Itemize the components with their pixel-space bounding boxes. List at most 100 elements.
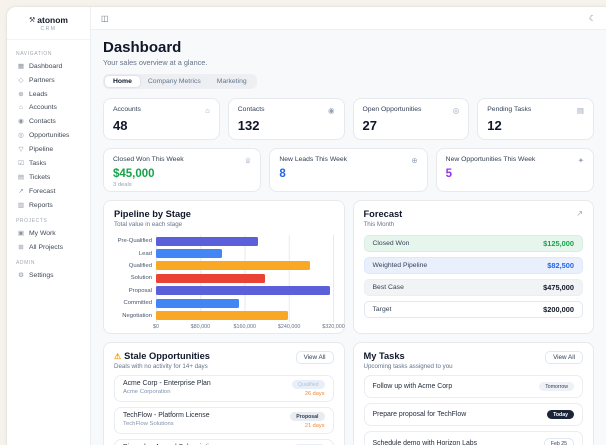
theme-toggle-icon[interactable]: ☾ [589, 14, 596, 23]
chart-bar-lead[interactable] [156, 249, 223, 259]
chart-bar-row: Qualified [114, 259, 334, 273]
tab-marketing[interactable]: Marketing [209, 76, 255, 87]
sidebar-item-label: Leads [29, 90, 48, 98]
sidebar-item-contacts[interactable]: ◉ Contacts [14, 115, 83, 127]
chart-bar-pre-qualified[interactable] [156, 236, 259, 246]
highlight-card-new-leads-this-week: New Leads This Week ⊕ 8 [269, 148, 428, 192]
pipeline-chart-title: Pipeline by Stage [114, 209, 191, 219]
chart-category-label: Lead [138, 250, 152, 257]
sidebar-item-opportunities[interactable]: ◎ Opportunities [14, 129, 83, 141]
tab-company-metrics[interactable]: Company Metrics [140, 76, 209, 87]
tab-bar: Home Company Metrics Marketing [103, 74, 257, 89]
chart-bar-committed[interactable] [156, 298, 239, 308]
sidebar-toggle-icon[interactable]: ◫ [101, 14, 109, 23]
stale-item-techflow-platform-license[interactable]: TechFlow - Platform License TechFlow Solu… [114, 407, 334, 434]
highlight-value: 8 [279, 168, 286, 180]
stage-badge: Proposal [290, 412, 325, 421]
sparkles-icon: ✦ [577, 156, 584, 165]
due-badge: Today [547, 410, 574, 419]
pipeline-chart-card: Pipeline by Stage Total value in each st… [103, 200, 345, 334]
sidebar-item-pipeline[interactable]: ▽ Pipeline [14, 143, 83, 155]
sidebar-item-label: Settings [29, 271, 54, 279]
chart-bar-negotiation[interactable] [156, 311, 289, 321]
forecast-row-closed-won: Closed Won $125,000 [363, 235, 583, 252]
users-icon: ◉ [327, 106, 335, 115]
sidebar-item-settings[interactable]: ⚙ Settings [14, 269, 83, 281]
tickets-icon: ▤ [17, 174, 25, 181]
chart-category-label: Committed [123, 300, 152, 307]
partners-icon: ◇ [18, 77, 24, 84]
trophy-icon: ♕ [244, 156, 252, 165]
accounts-icon: ⌂ [19, 104, 23, 111]
logo-icon: ⚒ [29, 17, 36, 24]
highlight-card-new-opportunities-this-week: New Opportunities This Week ✦ 5 [435, 148, 594, 192]
sidebar-item-leads[interactable]: ⊕ Leads [14, 88, 83, 100]
user-plus-icon: ⊕ [411, 156, 418, 165]
due-badge: Tomorrow [539, 382, 574, 391]
sidebar-item-accounts[interactable]: ⌂ Accounts [14, 102, 83, 113]
chart-category-label: Pre-Qualified [117, 238, 152, 245]
task-item-prepare-proposal-for-techflow[interactable]: Prepare proposal for TechFlow Today [363, 403, 583, 426]
stat-value: 132 [237, 118, 260, 133]
chart-category-label: Solution [130, 275, 152, 282]
stale-view-all-button[interactable]: View All [295, 351, 334, 364]
sidebar-item-all-projects[interactable]: ⊞ All Projects [14, 241, 83, 253]
days-stale: 26 days [304, 391, 325, 397]
sidebar-item-label: Reports [29, 201, 53, 209]
sidebar-item-tickets[interactable]: ▤ Tickets [14, 171, 83, 183]
nav-section-label-admin: Admin [16, 260, 36, 266]
sidebar-item-label: All Projects [29, 243, 63, 251]
chart-bar-track [156, 272, 334, 285]
tasks-view-all-button[interactable]: View All [545, 351, 583, 364]
stale-item-pinnacle-annual-subscription[interactable]: Pinnacle - Annual SubscriptionPinnacle I… [114, 439, 334, 445]
leads-icon: ⊕ [18, 91, 24, 98]
tasks-subtitle: Upcoming tasks assigned to you [363, 363, 453, 370]
logo[interactable]: ⚒ atonom CRM [7, 7, 90, 40]
stat-card-accounts: Accounts ⌂ 48 [103, 98, 220, 140]
stale-item-company: TechFlow Solutions [123, 421, 174, 427]
tab-home[interactable]: Home [105, 76, 140, 87]
sidebar-item-forecast[interactable]: ↗ Forecast [14, 185, 83, 197]
sidebar-item-reports[interactable]: ▥ Reports [14, 199, 83, 211]
forecast-title: Forecast [363, 209, 403, 219]
task-title: Schedule demo with Horizon Labs [372, 440, 478, 445]
sidebar-item-dashboard[interactable]: ▦ Dashboard [14, 60, 83, 72]
sidebar-item-tasks[interactable]: ☑ Tasks [14, 157, 83, 169]
building-icon: ⌂ [205, 106, 210, 115]
chart-x-axis: $0 $80,000 $160,000 $240,000 $320,000 [153, 323, 345, 333]
forecast-icon: ↗ [18, 188, 24, 195]
forecast-row-value: $82,500 [547, 260, 574, 270]
forecast-row-label: Target [372, 305, 392, 313]
sidebar-item-label: Forecast [29, 187, 56, 195]
logo-subtitle: CRM [40, 26, 57, 32]
stage-badge: Qualified [292, 380, 325, 389]
sidebar-item-label: Opportunities [29, 131, 70, 139]
task-item-schedule-demo-with-horizon-labs[interactable]: Schedule demo with Horizon Labs Feb 25 [363, 431, 583, 445]
clipboard-icon: ▤ [576, 106, 584, 115]
sidebar-nav: Navigation ▦ Dashboard ◇ Partners ⊕ Leads ⌂ Acco… [7, 40, 90, 287]
stale-item-text: TechFlow - Platform License TechFlow Solu… [123, 412, 210, 429]
chart-category-label: Proposal [128, 287, 152, 294]
forecast-row-value: $125,000 [543, 238, 574, 248]
chart-bar-qualified[interactable] [156, 261, 311, 271]
forecast-rows: Closed Won $125,000 Weighted Pipeline $82,5… [363, 235, 583, 318]
chart-bar-row: Proposal [114, 284, 334, 297]
chart-bar-row: Solution [114, 272, 334, 285]
highlight-card-closed-won-this-week: Closed Won This Week ♕ $45,000 3 deals [103, 148, 262, 192]
chart-bar-proposal[interactable] [156, 286, 330, 296]
stat-card-top: Pending Tasks ▤ [487, 106, 584, 115]
pipeline-icon: ▽ [18, 146, 24, 153]
stale-item-acme-corp-enterprise-plan[interactable]: Acme Corp - Enterprise Plan Acme Corporat… [114, 375, 334, 402]
sidebar-item-label: My Work [29, 229, 56, 237]
stat-label: Open Opportunities [362, 106, 422, 113]
chart-x-tick: $0 [153, 323, 159, 330]
highlight-card-top: Closed Won This Week ♕ [113, 156, 251, 165]
sidebar-item-partners[interactable]: ◇ Partners [14, 74, 83, 86]
chart-x-tick: $160,000 [233, 323, 256, 330]
logo-name: atonom [37, 15, 68, 25]
sidebar-item-my-work[interactable]: ▣ My Work [14, 227, 83, 239]
task-item-follow-up-with-acme-corp[interactable]: Follow up with Acme Corp Tomorrow [363, 375, 583, 398]
chart-bar-track [156, 296, 334, 310]
target-icon: ◎ [452, 106, 460, 115]
chart-bar-solution[interactable] [156, 273, 266, 283]
